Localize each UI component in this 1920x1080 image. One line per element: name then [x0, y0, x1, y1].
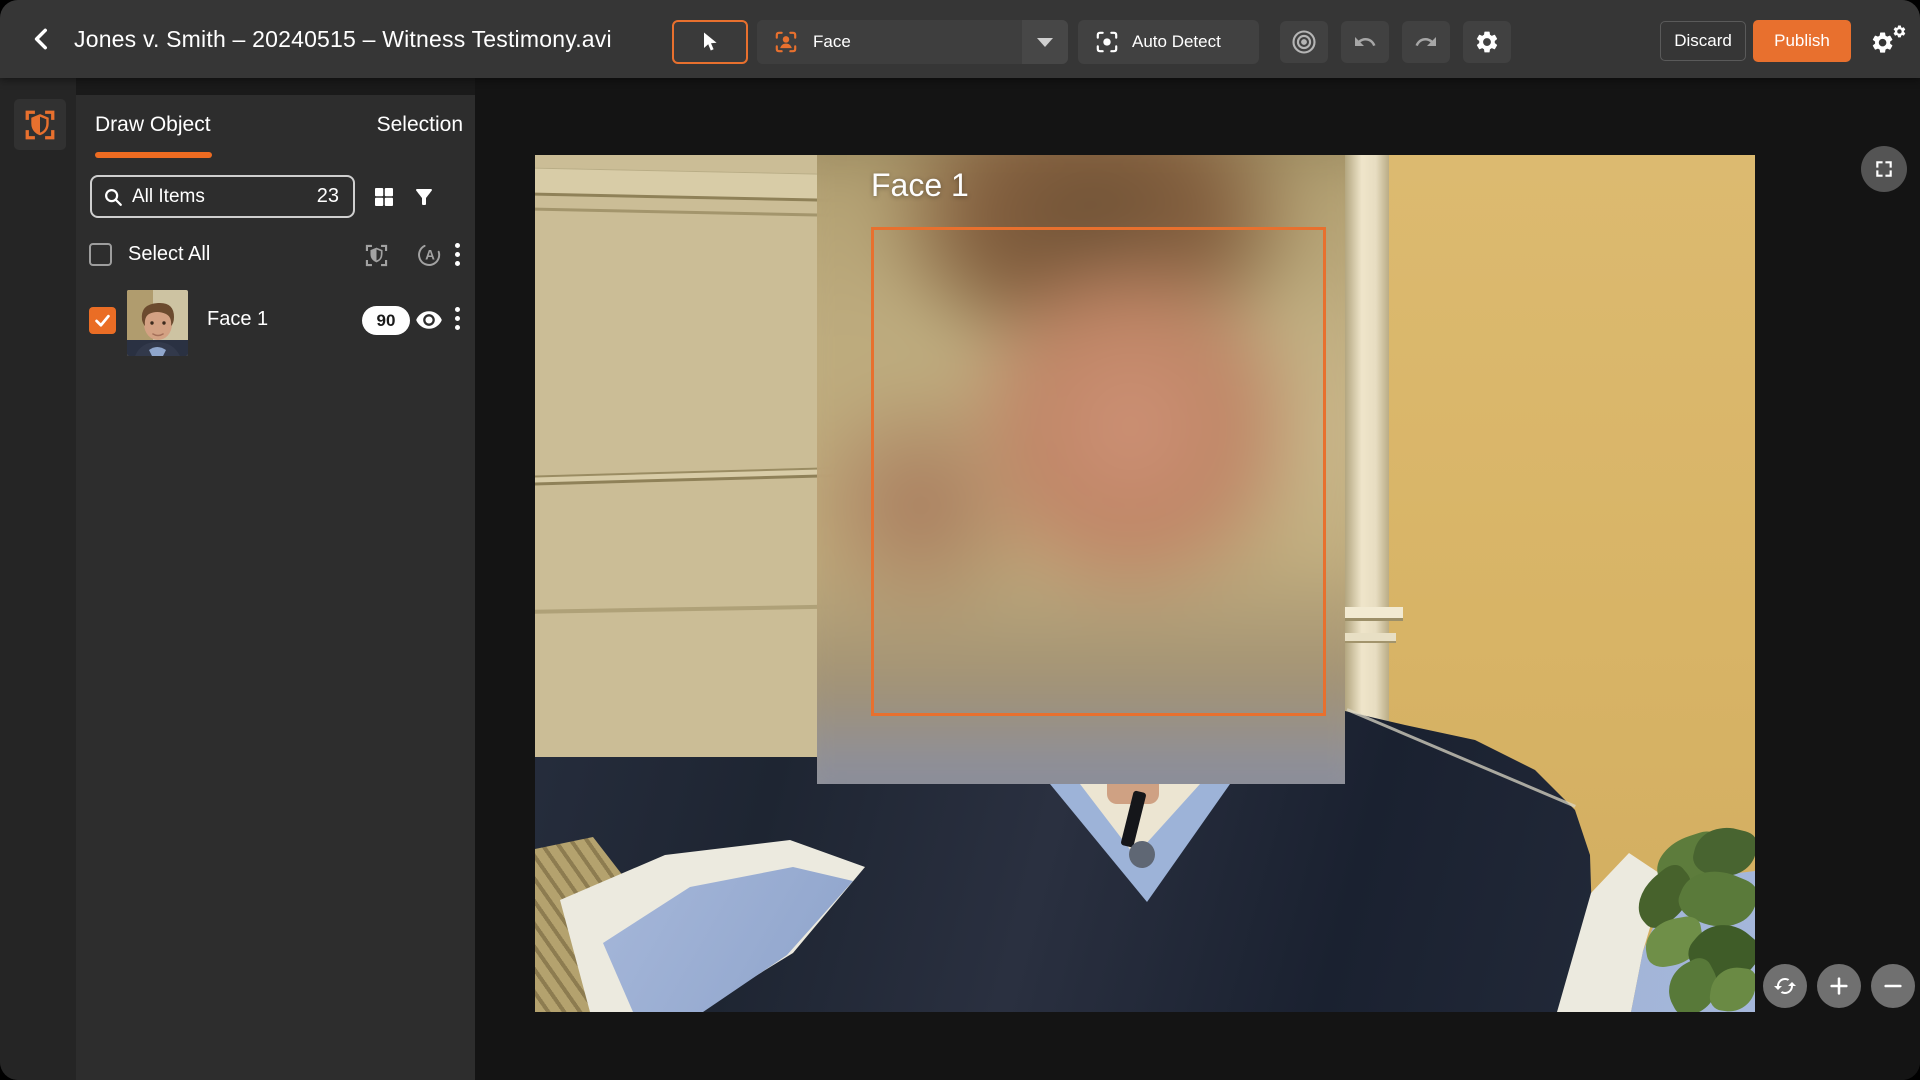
- select-all-checkbox[interactable]: [89, 243, 112, 266]
- minus-icon: [1882, 975, 1904, 997]
- chevron-left-icon: [29, 26, 55, 52]
- search-icon: [92, 186, 132, 208]
- active-tab-underline: [95, 152, 212, 158]
- shield-in-brackets-icon: [22, 107, 58, 143]
- chevron-down-icon: [1037, 38, 1053, 47]
- face-1-bounding-box[interactable]: [871, 227, 1326, 716]
- video-canvas[interactable]: Face 1: [475, 78, 1920, 1080]
- microphone-base: [1129, 841, 1155, 868]
- face-1-menu-button[interactable]: [455, 307, 460, 330]
- face-1-confidence-badge[interactable]: 90: [362, 306, 410, 335]
- gear-icon: [1474, 29, 1500, 55]
- auto-label-button[interactable]: A: [414, 239, 446, 271]
- video-plant: [1615, 827, 1755, 1012]
- video-frame[interactable]: Face 1: [535, 155, 1755, 1012]
- document-title: Jones v. Smith – 20240515 – Witness Test…: [74, 0, 612, 78]
- refresh-icon: [1773, 974, 1797, 998]
- object-type-dropdown-main[interactable]: Face: [757, 20, 1022, 64]
- cursor-arrow-icon: [698, 30, 722, 54]
- expand-icon: [1874, 159, 1894, 179]
- face-1-label: Face 1: [207, 308, 268, 331]
- fullscreen-button[interactable]: [1861, 146, 1907, 192]
- face-detect-icon: [773, 29, 799, 55]
- redact-all-button[interactable]: [360, 239, 392, 271]
- object-type-dropdown[interactable]: Face: [757, 20, 1068, 64]
- item-count: 23: [317, 185, 353, 208]
- grid-view-button[interactable]: [368, 181, 400, 213]
- publish-button[interactable]: Publish: [1753, 20, 1851, 62]
- double-gear-icon: [1868, 24, 1910, 58]
- target-tracking-button[interactable]: [1280, 21, 1328, 63]
- tab-selection[interactable]: Selection: [377, 113, 463, 137]
- redo-icon: [1414, 30, 1438, 54]
- search-input[interactable]: [132, 186, 317, 208]
- app-window: Jones v. Smith – 20240515 – Witness Test…: [0, 0, 1920, 1080]
- object-row-face-1[interactable]: Face 1 90: [76, 287, 475, 359]
- objects-sidebar: Draw Object Selection 23 Select All: [76, 95, 475, 1080]
- target-icon: [1290, 28, 1318, 56]
- auto-detect-icon: [1094, 29, 1120, 55]
- face-1-annotation-label: Face 1: [871, 167, 969, 204]
- tab-draw-object[interactable]: Draw Object: [95, 113, 211, 137]
- object-type-label: Face: [813, 32, 851, 52]
- filter-button[interactable]: [408, 181, 440, 213]
- settings-button[interactable]: [1463, 21, 1511, 63]
- undo-button[interactable]: [1341, 21, 1389, 63]
- publish-label: Publish: [1774, 31, 1830, 51]
- topbar: Jones v. Smith – 20240515 – Witness Test…: [0, 0, 1920, 78]
- select-all-label: Select All: [128, 243, 210, 266]
- auto-detect-label: Auto Detect: [1132, 32, 1221, 52]
- face-1-checkbox[interactable]: [89, 307, 116, 334]
- redaction-app-logo-button[interactable]: [14, 99, 66, 150]
- undo-icon: [1353, 30, 1377, 54]
- confidence-value: 90: [377, 311, 396, 331]
- left-rail: [0, 78, 76, 1080]
- zoom-in-button[interactable]: [1817, 964, 1861, 1008]
- eye-icon: [415, 306, 443, 334]
- face-1-thumbnail: [127, 290, 188, 356]
- discard-button[interactable]: Discard: [1660, 21, 1746, 61]
- back-button[interactable]: [20, 17, 64, 61]
- discard-label: Discard: [1674, 31, 1732, 51]
- cursor-tool-button[interactable]: [672, 20, 748, 64]
- object-type-dropdown-caret[interactable]: [1022, 20, 1068, 64]
- object-search-box[interactable]: 23: [90, 175, 355, 218]
- advanced-settings-button[interactable]: [1862, 18, 1916, 64]
- face-1-visibility-button[interactable]: [412, 303, 446, 337]
- auto-detect-button[interactable]: Auto Detect: [1078, 20, 1259, 64]
- redo-button[interactable]: [1402, 21, 1450, 63]
- select-all-row: Select All A: [76, 237, 475, 277]
- shield-in-brackets-icon: [363, 242, 390, 269]
- check-icon: [93, 311, 112, 330]
- select-all-menu-button[interactable]: [455, 243, 460, 266]
- filter-icon: [412, 185, 436, 209]
- circled-a-icon: A: [417, 242, 443, 268]
- grid-icon: [372, 185, 396, 209]
- refresh-view-button[interactable]: [1763, 964, 1807, 1008]
- zoom-out-button[interactable]: [1871, 964, 1915, 1008]
- plus-icon: [1828, 975, 1850, 997]
- zoom-controls: [1763, 964, 1915, 1008]
- svg-text:A: A: [425, 248, 435, 263]
